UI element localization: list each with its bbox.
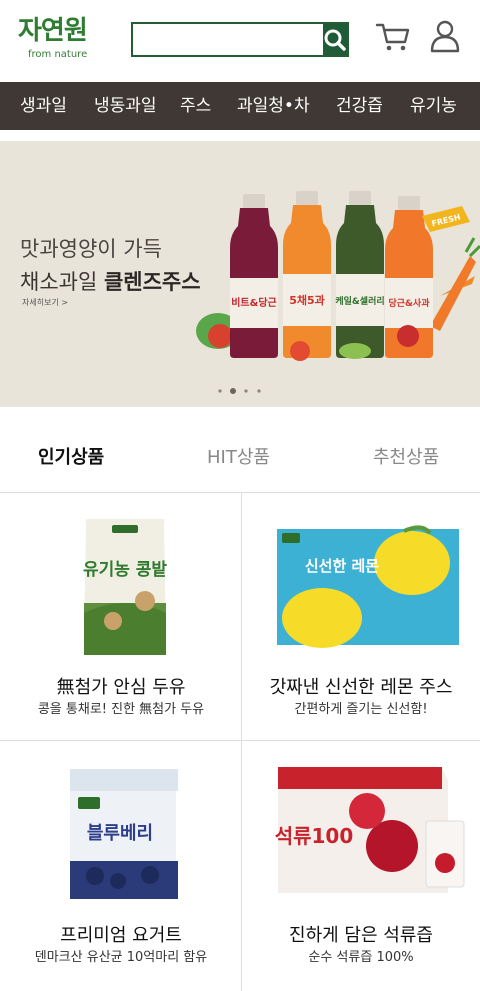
product-description: 콩을 통채로! 진한 無첨가 두유 bbox=[37, 702, 205, 717]
banner-headline: 맛과영양이 가득 bbox=[20, 237, 162, 261]
logo[interactable]: 자연원 from nature bbox=[18, 16, 88, 64]
user-icon bbox=[430, 20, 460, 53]
cart-button[interactable] bbox=[375, 20, 411, 54]
bottle-label-4: 당근&사과 bbox=[389, 297, 431, 309]
product-name: 갓짜낸 신선한 레몬 주스 bbox=[269, 677, 453, 698]
banner-subheadline-bold: 클렌즈주스 bbox=[103, 270, 201, 294]
product-image-pomegranate: 석류100 bbox=[275, 767, 465, 893]
tab-recommended[interactable]: 추천상품 bbox=[373, 443, 439, 469]
product-grid: 유기농 콩밭 無첨가 안심 두유 콩을 통채로! 진한 無첨가 두유 신선한 레… bbox=[0, 493, 480, 991]
search-icon bbox=[324, 29, 346, 51]
product-image-lemon: 신선한 레몬 bbox=[277, 525, 459, 648]
banner-subheadline-prefix: 채소과일 bbox=[20, 270, 104, 294]
logo-text: 자연원 bbox=[18, 16, 88, 46]
nav-item-organic[interactable]: 유기농 bbox=[410, 82, 457, 130]
pack-text-lemon: 신선한 레몬 bbox=[305, 557, 379, 575]
product-description: 덴마크산 유산균 10억마리 함유 bbox=[34, 950, 208, 965]
product-card[interactable]: 신선한 레몬 갓짜낸 신선한 레몬 주스 간편하게 즐기는 신선함! bbox=[242, 493, 480, 741]
nav-item-frozen-fruit[interactable]: 냉동과일 bbox=[94, 82, 157, 130]
promo-banner[interactable]: 맛과영양이 가득 채소과일 클렌즈주스 자세히보기 > 비트&당근 5채5과 케… bbox=[0, 141, 480, 407]
slide-indicator[interactable] bbox=[216, 387, 266, 395]
product-description: 간편하게 즐기는 신선함! bbox=[294, 702, 428, 717]
nav-item-juice[interactable]: 주스 bbox=[180, 82, 211, 130]
nav-item-fresh-fruit[interactable]: 생과일 bbox=[20, 82, 67, 130]
category-nav: 생과일 냉동과일 주스 과일청•차 건강즙 유기농 bbox=[0, 82, 480, 130]
product-name: 無첨가 안심 두유 bbox=[56, 677, 186, 698]
pack-text-pomegranate: 석류100 bbox=[275, 824, 354, 848]
user-button[interactable] bbox=[427, 18, 463, 54]
product-name: 진하게 담은 석류즙 bbox=[289, 925, 433, 946]
juice-bottles-image: 비트&당근 5채5과 케일&셀러리 당근&사과 FRESH bbox=[196, 191, 480, 361]
product-card[interactable]: 석류100 진하게 담은 석류즙 순수 석류즙 100% bbox=[242, 741, 480, 991]
bottle-label-1: 비트&당근 bbox=[231, 296, 277, 309]
nav-item-health-juice[interactable]: 건강즙 bbox=[336, 82, 383, 130]
tab-popular[interactable]: 인기상품 bbox=[38, 443, 104, 469]
product-description: 순수 석류즙 100% bbox=[308, 950, 414, 965]
search-button[interactable] bbox=[323, 24, 347, 55]
search-input[interactable] bbox=[133, 24, 323, 55]
header: 자연원 from nature bbox=[0, 0, 480, 82]
product-image-yogurt: 블루베리 bbox=[70, 769, 178, 899]
search-bar bbox=[131, 22, 349, 57]
bottle-label-3: 케일&셀러리 bbox=[335, 295, 384, 307]
product-name: 프리미엄 요거트 bbox=[60, 925, 182, 946]
pack-text-soymilk: 유기농 콩밭 bbox=[83, 560, 167, 580]
banner-subheadline: 채소과일 클렌즈주스 bbox=[20, 266, 201, 296]
product-card[interactable]: 블루베리 프리미엄 요거트 덴마크산 유산균 10억마리 함유 bbox=[0, 741, 242, 991]
nav-item-fruit-syrup-tea[interactable]: 과일청•차 bbox=[237, 82, 310, 130]
logo-subtext: from nature bbox=[28, 49, 88, 60]
bottle-label-2: 5채5과 bbox=[289, 293, 325, 307]
cart-icon bbox=[375, 23, 410, 51]
pack-text-yogurt: 블루베리 bbox=[87, 823, 153, 844]
product-image-soymilk: 유기농 콩밭 bbox=[83, 519, 167, 655]
tab-hit[interactable]: HIT상품 bbox=[207, 443, 270, 469]
banner-more-link[interactable]: 자세히보기 > bbox=[22, 297, 68, 308]
product-card[interactable]: 유기농 콩밭 無첨가 안심 두유 콩을 통채로! 진한 無첨가 두유 bbox=[0, 493, 242, 741]
product-tabs: 인기상품 HIT상품 추천상품 bbox=[0, 419, 480, 493]
